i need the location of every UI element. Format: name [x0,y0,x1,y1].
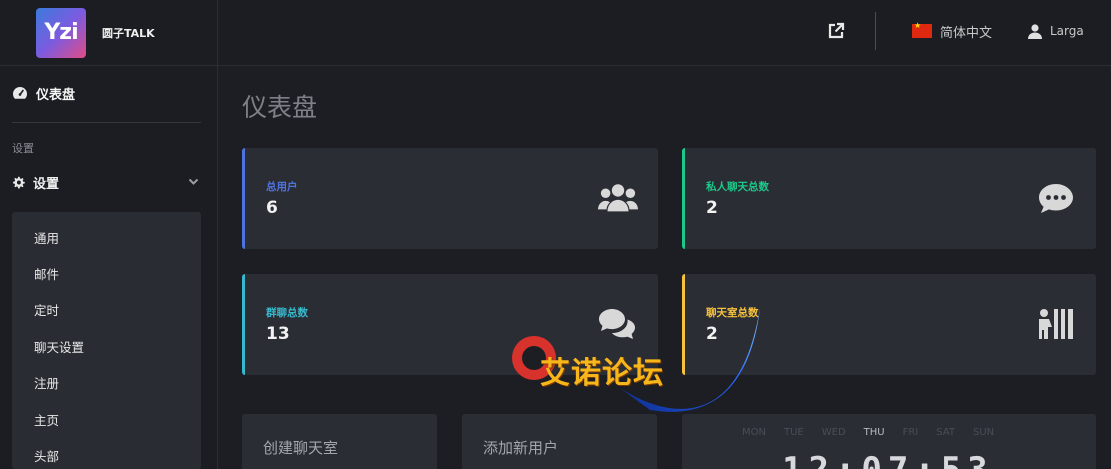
clock-time: 12:07:53 [782,450,994,469]
submenu-item-homepage[interactable]: 主页 [12,401,201,437]
sidebar-item-label: 仪表盘 [36,87,76,103]
gear-icon [13,176,25,189]
topbar-divider [875,12,876,50]
topbar: 简体中文 Larga [218,0,1111,66]
china-flag-icon [912,21,932,38]
watermark-text: 艾诺论坛 [540,356,664,391]
stat-card-total-users: 总用户 6 [242,148,658,249]
stat-card-accent [242,274,245,375]
weekday-label: TUE [783,427,804,438]
settings-submenu: 通用 邮件 定时 聊天设置 注册 主页 头部 [12,212,201,469]
stat-label: 私人聊天总数 [706,181,769,193]
submenu-item-general[interactable]: 通用 [12,219,201,255]
comment-dots-icon [1036,180,1076,216]
weekday-label: FRI [902,427,919,438]
external-link-button[interactable] [825,20,847,42]
weekday-label: SAT [936,427,955,438]
submenu-item-cron[interactable]: 定时 [12,292,201,328]
sidebar-item-settings[interactable]: 设置 [0,163,217,201]
stat-card-private-chats: 私人聊天总数 2 [682,148,1096,249]
user-menu[interactable]: Larga [1028,20,1084,42]
sidebar-section-heading: 设置 [12,142,34,155]
stat-label: 总用户 [266,181,298,193]
stat-value: 2 [706,198,718,218]
brand[interactable]: Yzi 圆子TALK [0,0,217,66]
weekday-label: WED [821,427,846,438]
submenu-item-email[interactable]: 邮件 [12,255,201,291]
stat-value: 13 [266,324,290,344]
username: Larga [1050,24,1084,38]
app-logo[interactable]: Yzi [36,7,86,58]
language-label: 简体中文 [940,25,993,41]
submenu-item-chat-settings[interactable]: 聊天设置 [12,328,201,364]
stat-card-accent [682,148,685,249]
app-name[interactable]: 圆子TALK [102,25,155,41]
create-chatroom-button[interactable]: 创建聊天室 [242,414,437,469]
user-icon [1028,23,1042,39]
chatroom-icon [1036,306,1076,342]
chevron-down-icon [188,178,199,185]
stat-card-accent [242,148,245,249]
sidebar-item-label: 设置 [33,176,60,192]
stat-value: 6 [266,198,278,218]
weekday-label-active: THU [863,427,885,438]
sidebar: Yzi 圆子TALK 仪表盘 设置 设置 通用 邮件 定时 聊天设置 注册 主页… [0,0,218,469]
users-icon [598,180,638,216]
language-selector[interactable]: 简体中文 [912,20,992,42]
weekday-label: SUN [972,427,995,438]
submenu-item-header[interactable]: 头部 [12,437,201,469]
submenu-item-registration[interactable]: 注册 [12,365,201,401]
dashboard-icon [13,87,27,99]
external-link-icon [828,22,845,39]
watermark: 艾诺论坛 [510,300,770,430]
stat-label: 群聊总数 [266,307,308,319]
weekday-row: MON TUE WED THU FRI SAT SUN [742,427,994,438]
page-title: 仪表盘 [242,93,318,122]
sidebar-item-dashboard[interactable]: 仪表盘 [0,66,217,120]
